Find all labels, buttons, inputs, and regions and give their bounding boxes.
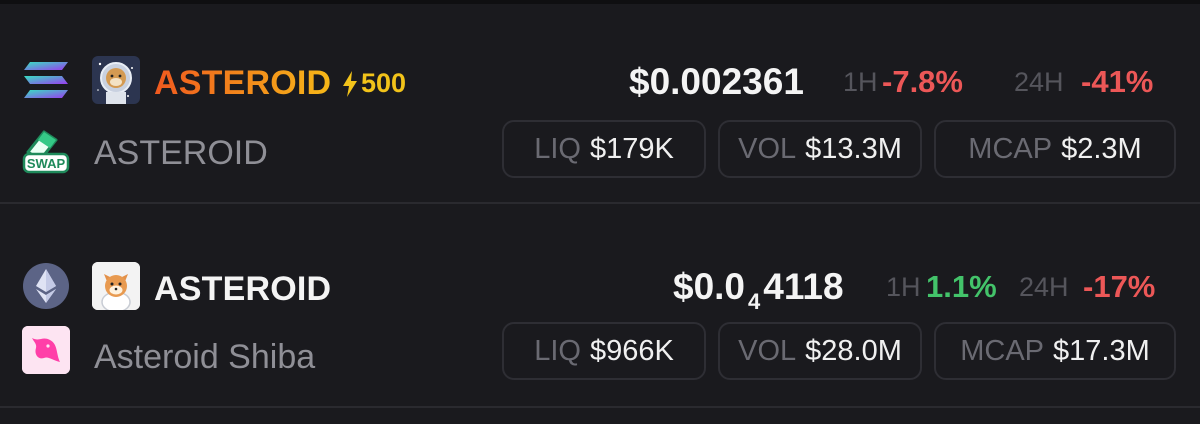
token-name: Asteroid Shiba: [94, 338, 316, 376]
market-cap-label: MCAP: [968, 132, 1053, 165]
token-name: ASTEROID: [94, 134, 268, 172]
boost-value: 500: [361, 68, 407, 98]
lightning-icon: [343, 70, 357, 97]
change-1h-label: 1H: [886, 272, 921, 302]
change-24h-label: 24H: [1014, 67, 1064, 97]
token-row-asteroid-solana[interactable]: ASTEROID 500 SWAP ASTEROID $0.002361 1H …: [0, 0, 1200, 200]
solana-icon: [24, 62, 68, 98]
liquidity-label: LIQ: [534, 334, 581, 367]
ethereum-icon: [23, 263, 69, 309]
market-cap-value: $2.3M: [1061, 132, 1142, 165]
token-image-shiba-astronaut: [92, 262, 140, 310]
liquidity-label: LIQ: [534, 132, 581, 165]
market-cap-value: $17.3M: [1053, 334, 1150, 367]
liquidity-stat: LIQ $966K: [502, 322, 706, 380]
market-cap-stat: MCAP $2.3M: [934, 120, 1176, 178]
volume-value: $13.3M: [805, 132, 902, 165]
market-cap-label: MCAP: [960, 334, 1045, 367]
swap-icon: SWAP: [22, 126, 70, 174]
market-cap-stat: MCAP $17.3M: [934, 322, 1176, 380]
volume-label: VOL: [738, 132, 797, 165]
volume-stat: VOL $28.0M: [718, 322, 922, 380]
volume-label: VOL: [738, 334, 797, 367]
change-24h-value: -41%: [1081, 64, 1154, 99]
liquidity-value: $966K: [589, 334, 674, 367]
liquidity-value: $179K: [589, 132, 674, 165]
token-image-astronaut-dog: [92, 56, 140, 104]
price-significant-digits: 4118: [763, 266, 844, 307]
volume-stat: VOL $13.3M: [718, 120, 922, 178]
change-1h-label: 1H: [843, 67, 878, 97]
change-24h-value: -17%: [1083, 269, 1156, 304]
token-row-asteroid-ethereum[interactable]: ASTEROID Asteroid Shiba $0.0 44118 1H 1.1…: [0, 204, 1200, 404]
token-price: $0.002361: [629, 61, 804, 102]
token-price: $0.0 44118: [673, 268, 844, 313]
volume-value: $28.0M: [805, 334, 902, 367]
change-1h-value: -7.8%: [882, 64, 963, 99]
row-divider: [0, 406, 1200, 408]
svg-text:SWAP: SWAP: [27, 156, 66, 171]
liquidity-stat: LIQ $179K: [502, 120, 706, 178]
price-prefix: $0.0: [673, 266, 746, 307]
uniswap-icon: [22, 326, 70, 374]
token-symbol: ASTEROID: [154, 64, 332, 102]
change-1h-value: 1.1%: [926, 269, 997, 304]
price-zero-count: 4: [748, 289, 761, 314]
change-24h-label: 24H: [1019, 272, 1069, 302]
boost-badge: 500: [342, 70, 406, 97]
token-symbol: ASTEROID: [154, 270, 332, 308]
